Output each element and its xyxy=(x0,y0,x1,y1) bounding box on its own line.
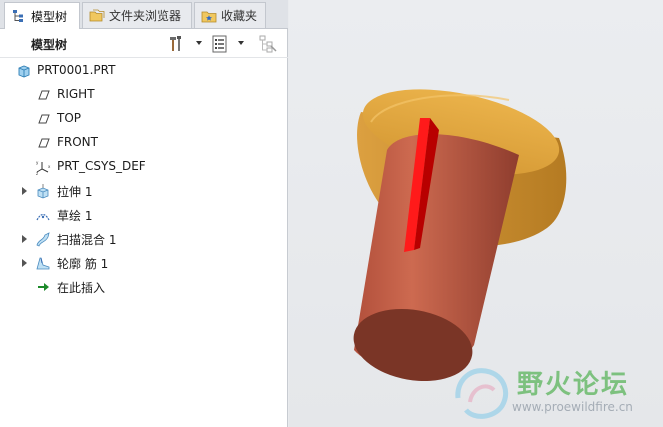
tree-node-label: FRONT xyxy=(57,135,98,149)
tree-node-label: RIGHT xyxy=(57,87,95,101)
chevron-down-icon[interactable] xyxy=(194,38,204,48)
tree-node-swept-blend[interactable]: 扫描混合 1 xyxy=(0,228,288,250)
tree-toolbar: 模型树 xyxy=(0,30,288,58)
tab-label: 文件夹浏览器 xyxy=(109,9,182,23)
svg-text:z: z xyxy=(36,171,38,175)
rib-icon xyxy=(36,257,50,270)
insert-here-arrow-icon xyxy=(38,283,49,291)
watermark-logo: 野火论坛 www.proewildfire.cn xyxy=(452,358,663,427)
tree-node-extrude[interactable]: 拉伸 1 xyxy=(0,180,288,202)
tree-node-insert-here[interactable]: 在此插入 xyxy=(0,276,288,298)
tree-node-label: PRT_CSYS_DEF xyxy=(57,159,146,173)
sketch-icon xyxy=(36,213,50,221)
expand-arrow-icon[interactable] xyxy=(20,234,28,244)
svg-text:y: y xyxy=(36,160,39,165)
tree-node-right[interactable]: RIGHT xyxy=(0,84,288,106)
tree-node-label: 轮廓 筋 1 xyxy=(57,257,109,271)
show-list-icon[interactable] xyxy=(210,34,230,54)
navigator-tab-bar: 模型树 文件夹浏览器 收藏夹 xyxy=(0,0,288,29)
tab-favorites[interactable]: 收藏夹 xyxy=(194,2,266,28)
chevron-down-icon[interactable] xyxy=(236,38,246,48)
coordinate-system-icon: y x z xyxy=(36,160,51,175)
tab-label: 收藏夹 xyxy=(221,9,258,23)
tab-model-tree[interactable]: 模型树 xyxy=(4,2,80,29)
tree-filter-icon[interactable] xyxy=(258,34,278,54)
svg-text:x: x xyxy=(48,164,51,169)
extrude-icon xyxy=(37,184,49,199)
expand-arrow-icon[interactable] xyxy=(20,258,28,268)
tree-node-rib[interactable]: 轮廓 筋 1 xyxy=(0,252,288,274)
tree-node-front[interactable]: FRONT xyxy=(0,132,288,154)
folder-browser-icon xyxy=(89,9,105,21)
expand-arrow-icon[interactable] xyxy=(20,186,28,196)
swept-blend-icon xyxy=(36,232,50,247)
tree-node-sketch[interactable]: 草绘 1 xyxy=(0,204,288,226)
tab-label: 模型树 xyxy=(31,9,68,24)
watermark-title: 野火论坛 xyxy=(517,370,630,400)
tree-node-label: 草绘 1 xyxy=(57,209,93,223)
tree-title: 模型树 xyxy=(31,38,68,52)
tree-node-label: 扫描混合 1 xyxy=(57,233,117,247)
favorites-icon xyxy=(201,11,217,22)
settings-hammer-icon[interactable] xyxy=(168,34,188,54)
tree-node-root[interactable]: PRT0001.PRT xyxy=(0,60,288,82)
tree-node-csys[interactable]: y x z PRT_CSYS_DEF xyxy=(0,156,288,178)
watermark-url: www.proewildfire.cn xyxy=(512,400,633,414)
tree-node-top[interactable]: TOP xyxy=(0,108,288,130)
tree-node-label: 拉伸 1 xyxy=(57,185,93,199)
tree-node-label: PRT0001.PRT xyxy=(37,63,116,77)
tree-node-label: 在此插入 xyxy=(57,281,106,295)
datum-plane-icon xyxy=(38,138,50,148)
tab-folder-browser[interactable]: 文件夹浏览器 xyxy=(82,2,192,28)
datum-plane-icon xyxy=(38,114,50,124)
graphics-viewport[interactable]: 野火论坛 www.proewildfire.cn xyxy=(289,0,663,427)
part-icon xyxy=(18,65,30,78)
model-tree-icon xyxy=(13,10,23,22)
model-tree-panel: 模型树 文件夹浏览器 收藏夹 模型树 PRT0001.PRT RIGHT TOP… xyxy=(0,0,288,427)
datum-plane-icon xyxy=(38,90,50,100)
tree-node-label: TOP xyxy=(57,111,82,125)
